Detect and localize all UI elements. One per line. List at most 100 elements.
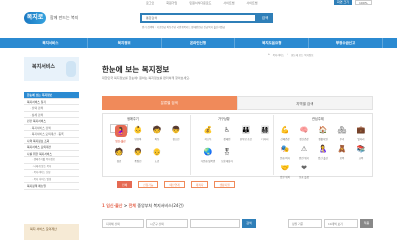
category-item[interactable]: 👪 한부모·조손: [237, 124, 255, 143]
result-category: 임신·출산: [106, 203, 123, 208]
category-icon: ❤: [301, 164, 307, 172]
tab-category-search[interactable]: 분류별 검색: [102, 96, 237, 110]
category-item[interactable]: 🏠 생활지원: [314, 124, 332, 143]
category-item[interactable]: 👨 중장년: [129, 146, 147, 165]
sort-select[interactable]: 정렬 기준: [288, 219, 322, 228]
category-item[interactable]: 🤱 임신·출산: [314, 143, 332, 162]
sidebar-banner[interactable]: 복지 서비스 모의계산: [24, 224, 79, 240]
category-item[interactable]: 🧸 보육: [333, 143, 351, 162]
filter-chip[interactable]: 재직자: [190, 181, 209, 188]
page-size-select[interactable]: 10개씩 보기: [324, 219, 358, 228]
nav-item[interactable]: 온라인신청: [162, 38, 236, 48]
category-label: 노년: [154, 160, 160, 163]
util-link[interactable]: 사이트맵: [246, 1, 257, 5]
category-icon: 🎖: [222, 148, 232, 156]
category-item[interactable]: 🤝 입양·위탁: [276, 162, 294, 181]
result-summary: 1 임신·출산 > 전체 중앙부처 복지서비스(24건): [102, 203, 184, 209]
category-item[interactable]: 👦 청소년: [167, 124, 185, 143]
nav-item[interactable]: 부정수급신고: [309, 38, 383, 48]
filter-chip[interactable]: 전체: [117, 181, 133, 188]
nav-item[interactable]: 복지도움요청: [235, 38, 310, 48]
tab-region-search[interactable]: 지역별 검색: [236, 96, 373, 110]
column-header-household: 가구상황: [218, 117, 230, 121]
zoom-select[interactable]: 100%: [355, 0, 372, 5]
category-item[interactable]: 💪 신체건강: [276, 124, 294, 143]
category-icon: 🤝: [280, 164, 290, 172]
category-item[interactable]: ♿ 장애인: [218, 124, 236, 143]
util-link[interactable]: 회원가입: [166, 1, 177, 5]
category-icon: 👪: [241, 126, 251, 134]
nav-item[interactable]: 복지정보: [88, 38, 162, 48]
site-logo[interactable]: 복지로 함께 만드는 복지: [24, 12, 78, 24]
category-label: 보훈대상자: [221, 160, 233, 163]
category-item[interactable]: 🧠 정신건강: [295, 124, 313, 143]
filter-chip[interactable]: 예산연계: [164, 181, 185, 188]
sidebar-banner-text: 복지 서비스 모의계산: [30, 227, 57, 231]
category-icon: 💼: [356, 126, 366, 134]
category-label: 임신·출산: [318, 157, 328, 160]
category-item[interactable]: 👴 노년: [148, 146, 166, 165]
category-label: 중장년: [134, 160, 142, 163]
category-icon: ♿: [223, 126, 231, 134]
category-item[interactable]: 💼 일자리: [352, 124, 370, 143]
filter-chip[interactable]: 생활지원: [214, 181, 235, 188]
util-link[interactable]: 로그인: [146, 1, 154, 5]
nav-item[interactable]: 복지서비스: [14, 38, 88, 48]
category-label: 교육: [358, 157, 364, 160]
category-icon: 🌏: [203, 148, 213, 156]
category-label: 문화·여가: [280, 157, 290, 160]
category-icon: 👨‍👩‍👧‍👦: [260, 126, 270, 134]
search-button[interactable]: 검색: [257, 13, 273, 23]
category-item[interactable]: 🧑 청년: [110, 146, 128, 165]
category-item[interactable]: 🧒 아동: [148, 124, 166, 143]
category-item[interactable]: 🏘 주거: [333, 124, 351, 143]
category-label: 일자리: [357, 138, 365, 141]
category-item[interactable]: 👨‍👩‍👧‍👦 다자녀: [256, 124, 274, 143]
category-item[interactable]: 🎭 문화·여가: [276, 143, 294, 162]
keyword-input[interactable]: [190, 219, 240, 228]
screen-size-button[interactable]: 화면 크기: [334, 0, 352, 5]
breadcrumb-home-icon[interactable]: ⌂: [268, 53, 270, 57]
apply-button[interactable]: 적용: [360, 219, 373, 228]
category-icon: 👴: [152, 148, 162, 156]
sidebar-item[interactable]: 복지정책 매뉴얼: [24, 183, 79, 190]
category-icon: 📚: [356, 145, 366, 153]
category-icon: 🧑: [114, 148, 124, 156]
category-item[interactable]: 🤰 임신·출산: [110, 124, 128, 143]
category-item[interactable]: 🌏 다문화·탈북민: [199, 146, 217, 165]
category-label: 저소득: [204, 138, 212, 141]
category-label: 다자녀: [261, 138, 269, 141]
breadcrumb-sep: ›: [287, 53, 289, 56]
category-icon: 🏠: [318, 126, 328, 134]
province-select[interactable]: 지자체 선택: [102, 219, 144, 228]
category-item[interactable]: 💰 저소득: [199, 124, 217, 143]
category-icon: 🤱: [318, 145, 328, 153]
district-select[interactable]: 시군구 선택: [146, 219, 188, 228]
category-label: 다문화·탈북민: [200, 160, 216, 163]
category-item[interactable]: 🎖 보훈대상자: [218, 146, 236, 165]
category-icon: 🤰: [114, 125, 127, 137]
category-label: 입양·위탁: [280, 176, 290, 179]
breadcrumb: ⌂ 복지서비스 › 한눈에 보는 복지정보: [268, 53, 313, 57]
result-scope: 전체: [128, 203, 136, 208]
util-link[interactable]: 사이트맵: [223, 1, 234, 5]
category-item[interactable]: 📚 교육: [352, 143, 370, 162]
page-description: 대한민국 복지정보를 한눈에! 원하는 복지정보를 편리하게 찾아보세요.: [102, 76, 190, 80]
category-label: 임신·출산: [115, 140, 126, 143]
main-nav: 복지서비스 복지정보 온라인신청 복지도움요청 부정수급신고: [0, 38, 397, 48]
category-label: 안전·위기: [299, 157, 309, 160]
breadcrumb-item[interactable]: 한눈에 보는 복지정보: [291, 53, 313, 57]
category-item[interactable]: ⚠ 안전·위기: [295, 143, 313, 162]
breadcrumb-item[interactable]: 복지서비스: [273, 53, 285, 57]
result-rest: 중앙부처 복지서비스(24건): [137, 203, 184, 208]
filter-chip[interactable]: 신청가능: [138, 181, 159, 188]
category-item[interactable]: 👶 영유아: [129, 124, 147, 143]
search-input[interactable]: [142, 15, 255, 21]
column-header-topics: 관심주제: [312, 117, 324, 121]
util-link[interactable]: 민원서식다운로드: [189, 1, 211, 5]
logo-mark: 복지로: [24, 12, 46, 24]
category-icon: 👶: [133, 126, 143, 134]
search-tabs: 분류별 검색 지역별 검색: [102, 96, 373, 110]
filter-search-button[interactable]: 검색: [242, 219, 256, 228]
category-item[interactable]: ❤ 보호·돌봄: [295, 162, 313, 181]
